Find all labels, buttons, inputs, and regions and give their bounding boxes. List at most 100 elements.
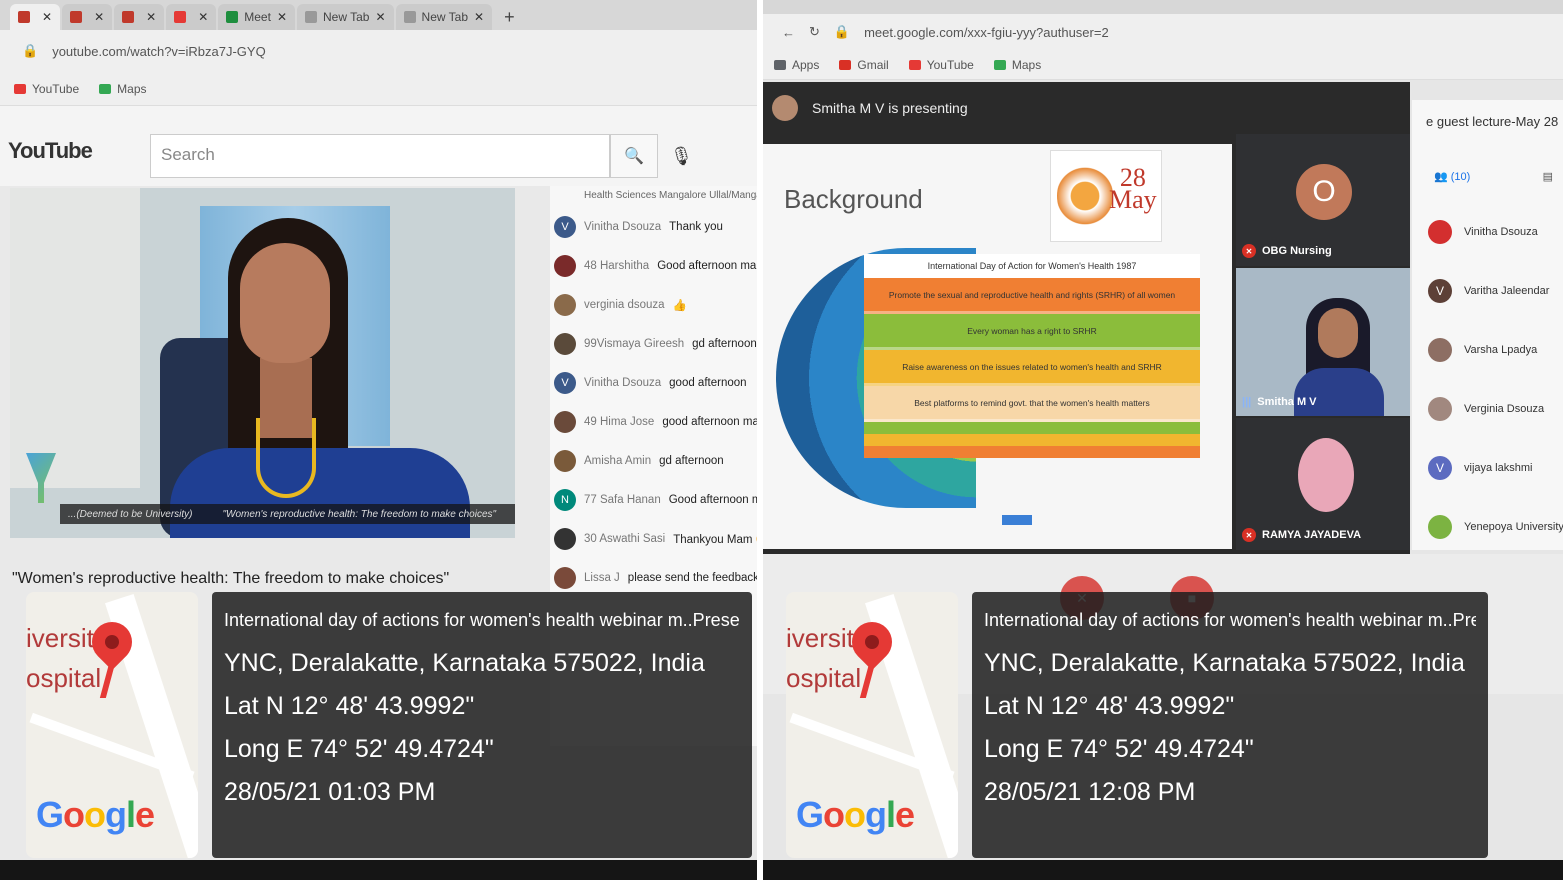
close-tab-icon[interactable]: ✕ [198,10,208,24]
video-lower-third: ...(Deemed to be University) "Women's re… [60,504,515,524]
bookmark-apps[interactable]: Apps [774,58,819,72]
participant-avatar [1298,438,1354,512]
lock-icon: 🔒 [833,24,851,39]
search-input[interactable]: Search [150,134,610,178]
participant-label: ✕ OBG Nursing [1242,244,1332,258]
video-player[interactable]: ...(Deemed to be University) "Women's re… [10,188,515,538]
participant-row[interactable]: Varsha Lpadya [1428,330,1537,370]
chat-message: 49 Hima Jose good afternoon maam [554,407,760,437]
bookmark-maps[interactable]: Maps [99,82,147,96]
microphone-icon[interactable]: 🎙 [670,146,693,167]
participant-label: ||| Smitha M V [1242,396,1317,408]
browser-tab[interactable]: Meet ✕ [218,4,295,30]
participant-row[interactable]: Yenepoya University [1428,507,1563,547]
chat-author: Vinitha Dsouza [584,377,662,389]
close-tab-icon[interactable]: ✕ [375,10,385,24]
chat-author: 77 Safa Hanan [584,494,661,506]
bookmarks-bar: YouTube Maps [0,72,780,106]
chat-message: Amisha Amin gd afternoon [554,446,724,476]
participant-avatar: O [1296,164,1352,220]
bookmark-maps[interactable]: Maps [993,58,1041,72]
badge-emblem-icon [1057,159,1113,233]
close-tab-icon[interactable]: ✕ [42,10,52,24]
participant-row[interactable]: Verginia Dsouza [1428,389,1544,429]
address-bar[interactable]: ← ↻ 🔒 meet.google.com/xxx-fgiu-yyy?authu… [760,14,1563,50]
bottom-bezel [0,860,780,880]
youtube-logo[interactable]: YouTube [8,138,93,164]
maps-icon [99,83,112,94]
browser-tab[interactable]: ✕ [10,4,61,30]
tab-favicon-icon [174,11,187,23]
chat-text: Thank you [669,221,723,233]
address-bar[interactable]: 🔒 youtube.com/watch?v=iRbza7J-GYQ [0,30,780,72]
browser-tab[interactable]: ✕ [166,4,217,30]
reload-icon[interactable]: ↻ [809,24,820,40]
slide-table-row: Raise awareness on the issues related to… [864,350,1200,386]
people-tab[interactable]: 👥 (10) [1434,170,1470,183]
bottom-bezel [760,860,1563,880]
tab-strip [760,0,1563,14]
chat-message: N 77 Safa Hanan Good afternoon mam [554,485,760,515]
avatar [1428,397,1452,421]
presenter-avatar [772,95,798,121]
geotag-longitude: Long E 74° 52' 49.4724" [984,735,1254,763]
new-tab-icon[interactable]: + [494,4,525,30]
tab-favicon-icon [305,11,317,23]
geotag-datetime: 28/05/21 01:03 PM [224,778,436,806]
chat-icon[interactable]: ▤ [1543,170,1553,183]
chat-text: Thankyou Mam 😊 [673,534,760,546]
geotag-latitude: Lat N 12° 48' 43.9992" [224,692,475,720]
participant-row[interactable]: Vinitha Dsouza [1428,212,1538,252]
url-text[interactable]: youtube.com/watch?v=iRbza7J-GYQ [52,44,266,59]
browser-tab[interactable]: ✕ [114,4,165,30]
browser-tab[interactable]: New Tab ✕ [395,4,493,30]
close-tab-icon[interactable]: ✕ [94,10,104,24]
participant-tile-obg-nursing[interactable]: O ✕ OBG Nursing [1236,134,1410,266]
browser-tab[interactable]: ✕ [62,4,113,30]
participant-name: Varsha Lpadya [1464,344,1538,356]
url-text[interactable]: meet.google.com/xxx-fgiu-yyy?authuser=2 [864,25,1109,40]
search-icon: 🔍 [624,148,644,165]
right-photo-meet: ← ↻ 🔒 meet.google.com/xxx-fgiu-yyy?authu… [760,0,1563,880]
chat-text: good afternoon [669,377,747,389]
bookmark-youtube[interactable]: YouTube [908,58,974,72]
chat-author: verginia dsouza [584,299,665,311]
chat-message: V Vinitha Dsouza good afternoon [554,368,747,398]
photo-divider [757,0,763,880]
tab-label: New Tab [323,10,370,24]
slide-table-row: Best platforms to remind govt. that the … [864,386,1200,422]
back-icon[interactable]: ← [782,25,795,40]
tab-favicon-icon [70,11,83,23]
video-title: "Women's reproductive health: The freedo… [12,570,450,587]
youtube-header: YouTube Search 🔍 🎙 [0,106,780,186]
chat-message: 30 Aswathi Sasi Thankyou Mam 😊 [554,524,760,554]
people-panel: e guest lecture-May 28 👥 (10) ▤ Vinitha … [1412,100,1563,550]
video-speaker-face [240,243,330,363]
video-lanyard [256,418,316,498]
chat-text: gd afternoon [659,455,724,467]
participant-row[interactable]: V Varitha Jaleendar [1428,271,1549,311]
close-tab-icon[interactable]: ✕ [146,10,156,24]
chat-author: 99Vismaya Gireesh [584,338,685,350]
tab-favicon-icon [18,11,30,23]
participant-tile-smitha[interactable]: ||| Smitha M V [1236,268,1410,416]
avatar [554,411,576,433]
close-tab-icon[interactable]: ✕ [474,10,484,24]
slide-event-badge: 28 May [1050,150,1162,242]
geotag-map: iversity ospital Google [786,592,958,858]
slide-band [864,422,1200,434]
browser-tab[interactable]: New Tab ✕ [297,4,394,30]
participant-label: ✕ RAMYA JAYADEVA [1242,528,1361,542]
avatar [554,450,576,472]
participant-row[interactable]: Vvijaya lakshmi [1428,448,1532,488]
participant-tile-ramya[interactable]: ✕ RAMYA JAYADEVA [1236,418,1410,550]
bookmark-youtube[interactable]: YouTube [14,82,79,96]
chat-text: Good afternoon mam [668,494,760,506]
mic-off-icon: ✕ [1242,244,1256,258]
bookmark-gmail[interactable]: Gmail [839,58,889,72]
slide-band [864,446,1200,458]
tab-favicon-icon [226,11,239,23]
search-button[interactable]: 🔍 [610,134,658,178]
chat-author: Vinitha Dsouza [584,221,662,233]
close-tab-icon[interactable]: ✕ [277,10,287,24]
